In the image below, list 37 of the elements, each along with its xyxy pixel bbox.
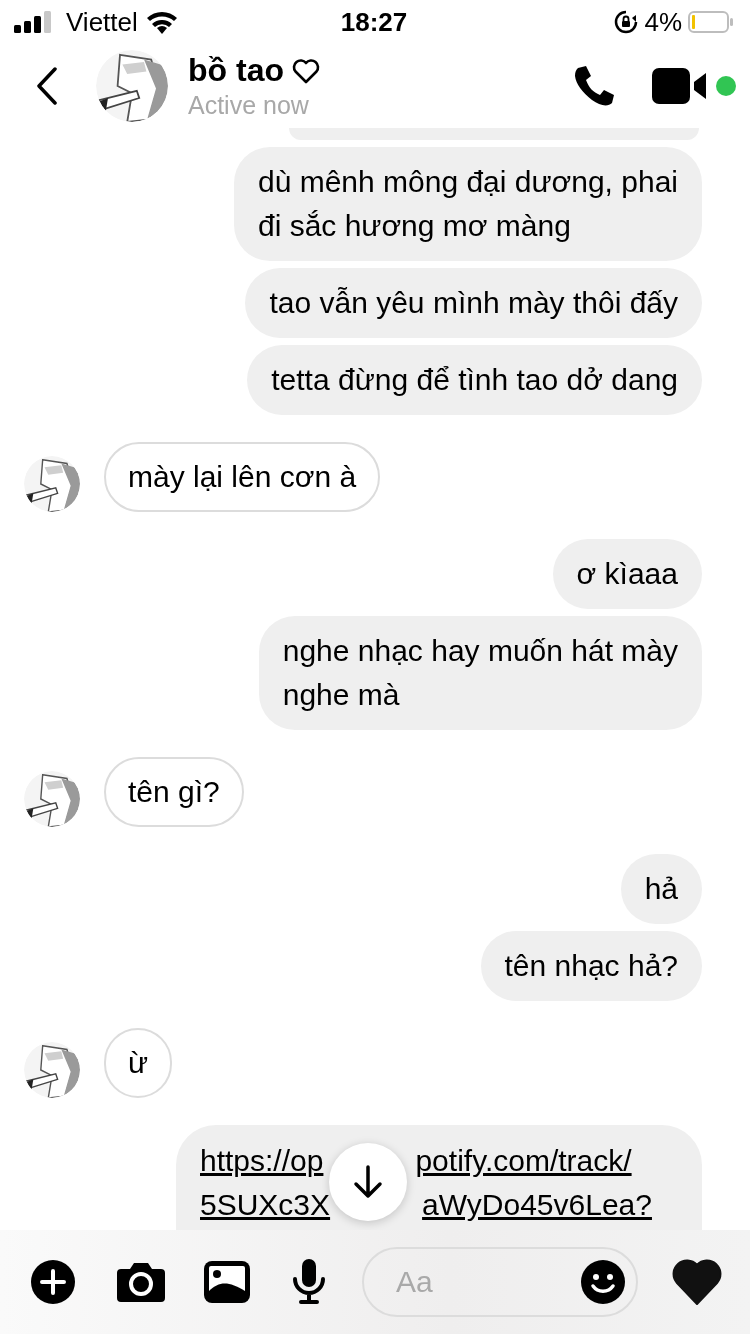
message-bubble: ơ kìaaa [552,539,702,609]
message-bubble: tao vẫn yêu mình mày thôi đấy [245,268,702,338]
link-text[interactable]: aWyDo45v6Lea? [422,1183,652,1227]
video-call-icon[interactable] [652,68,708,104]
microphone-icon[interactable] [292,1259,326,1305]
message-bubble: dù mênh mông đại dương, phai đi sắc hương mơ màng [233,147,702,261]
image-icon[interactable] [204,1261,250,1303]
rotation-lock-icon [614,10,639,34]
phone-icon[interactable] [572,64,616,108]
active-status: Active now [188,91,310,120]
link-text[interactable]: https://op [200,1139,324,1183]
message-bubble: tetta đừng để tình tao dở dang [247,345,702,415]
camera-icon[interactable] [116,1261,166,1303]
emoji-icon[interactable] [580,1259,626,1305]
online-dot [716,76,736,96]
back-icon[interactable] [36,67,58,105]
message-bubble: nghe nhạc hay muốn hát mày nghe mà [258,616,702,730]
message-field[interactable]: Aa [362,1247,638,1317]
message-bubble: ừ [104,1028,173,1098]
message-bubble: hả [620,854,702,924]
link-text[interactable]: potify.com/track/ [415,1139,632,1183]
message-bubble: tên gì? [104,757,244,827]
plus-icon[interactable] [30,1259,76,1305]
link-text[interactable]: 5SUXc3X [200,1183,331,1227]
contact-name[interactable]: bồ tao [188,52,284,89]
battery-icon [688,11,734,33]
carrier-name: Viettel [66,6,138,38]
message-bubble: tên nhạc hả? [480,931,702,1001]
arrow-down-icon [353,1165,384,1199]
scroll-down-button[interactable] [329,1143,408,1221]
wifi-icon [145,10,178,34]
heart-icon[interactable] [672,1259,722,1305]
battery-percent: 4% [644,6,682,38]
message-bubble: mày lại lên cơn à [104,442,381,512]
clock-time: 18:27 [340,6,408,38]
heart-icon [292,57,320,84]
text-input[interactable]: Aa [394,1264,580,1300]
